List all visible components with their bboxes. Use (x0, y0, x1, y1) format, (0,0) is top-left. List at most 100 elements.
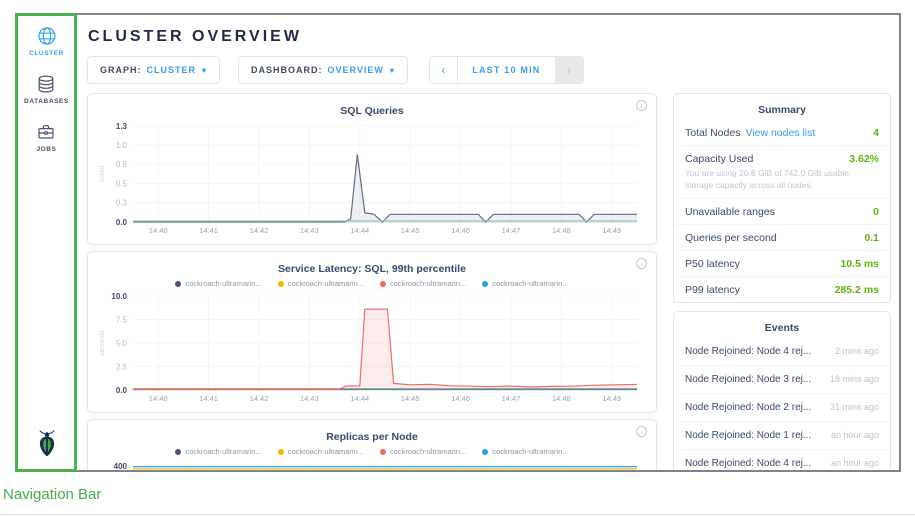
view-nodes-list-link[interactable]: View nodes list (745, 127, 815, 139)
summary-value: 10.5 ms (840, 258, 879, 270)
svg-text:14:49: 14:49 (602, 394, 621, 403)
event-row[interactable]: Node Rejoined: Node 3 rej...18 mins ago (674, 365, 890, 393)
legend-label: cockroach-ultramarin... (390, 447, 466, 456)
dashboard-dropdown-value: OVERVIEW (328, 65, 384, 75)
legend-dot-icon (482, 449, 488, 455)
summary-label: Total Nodes (685, 127, 740, 139)
svg-text:1.0: 1.0 (116, 141, 128, 150)
summary-title: Summary (674, 94, 890, 120)
time-range-selector: ‹ LAST 10 MIN › (429, 56, 584, 84)
svg-text:seconds: seconds (99, 329, 106, 356)
svg-text:1.3: 1.3 (116, 122, 128, 131)
sidebar-item-label: DATABASES (24, 98, 69, 105)
summary-label: Queries per second (685, 232, 777, 244)
event-timestamp: 2 mins ago (827, 346, 879, 356)
time-prev-button[interactable]: ‹ (430, 57, 458, 83)
event-row[interactable]: Node Rejoined: Node 1 rej...an hour ago (674, 421, 890, 449)
graph-dropdown-value: CLUSTER (147, 65, 197, 75)
summary-subtext: You are using 26.8 GiB of 742.0 GiB usab… (685, 165, 879, 192)
legend-dot-icon (482, 281, 488, 287)
event-timestamp: an hour ago (823, 430, 879, 440)
chart-card-sql-queries: SQL Queries i 0.00.30.50.81.01.314:4014:… (87, 93, 657, 245)
legend-dot-icon (278, 449, 284, 455)
svg-text:14:43: 14:43 (300, 226, 319, 235)
svg-text:14:47: 14:47 (502, 226, 521, 235)
info-icon[interactable]: i (636, 426, 647, 437)
svg-text:0.0: 0.0 (116, 218, 128, 227)
svg-text:2.5: 2.5 (116, 362, 128, 371)
legend-label: cockroach-ultramarin... (492, 279, 568, 288)
svg-text:0.3: 0.3 (116, 199, 128, 208)
globe-icon (37, 26, 57, 46)
page-title: CLUSTER OVERVIEW (88, 28, 892, 46)
event-text: Node Rejoined: Node 4 rej... (685, 346, 811, 357)
right-column: Summary Total Nodes View nodes list 4 Capac… (673, 93, 891, 470)
svg-text:14:41: 14:41 (199, 394, 218, 403)
legend-item[interactable]: cockroach-ultramarin... (278, 447, 364, 456)
legend-dot-icon (380, 281, 386, 287)
navigation-bar: CLUSTER DATABASES JOBS (17, 15, 77, 470)
legend-dot-icon (175, 449, 181, 455)
legend-item[interactable]: cockroach-ultramarin... (175, 447, 261, 456)
sql-queries-chart: 0.00.30.50.81.01.314:4014:4114:4214:4314… (95, 120, 647, 238)
svg-text:14:45: 14:45 (401, 394, 420, 403)
caret-down-icon: ▾ (202, 66, 207, 75)
charts-column: SQL Queries i 0.00.30.50.81.01.314:4014:… (87, 93, 657, 470)
sidebar-item-cluster[interactable]: CLUSTER (29, 26, 64, 57)
svg-text:14:45: 14:45 (401, 226, 420, 235)
svg-text:14:40: 14:40 (149, 226, 168, 235)
svg-text:14:41: 14:41 (199, 226, 218, 235)
legend-label: cockroach-ultramarin... (390, 279, 466, 288)
summary-label: Unavailable ranges (685, 206, 775, 218)
summary-row: P50 latency 10.5 ms (674, 250, 890, 276)
event-row[interactable]: Node Rejoined: Node 4 rej... 2 mins ago (674, 338, 890, 365)
time-range-label[interactable]: LAST 10 MIN (458, 57, 555, 83)
svg-text:count: count (99, 165, 106, 182)
svg-text:5.0: 5.0 (116, 339, 128, 348)
sidebar-item-label: JOBS (36, 146, 56, 153)
chart-legend: cockroach-ultramarin... cockroach-ultrama… (95, 278, 649, 290)
time-next-button[interactable]: › (555, 57, 583, 83)
event-text: Node Rejoined: Node 3 rej... (685, 374, 811, 385)
legend-label: cockroach-ultramarin... (288, 447, 364, 456)
chart-card-service-latency: Service Latency: SQL, 99th percentile i … (87, 251, 657, 413)
replicas-per-node-chart: 40014:4014:4114:4214:4314:4414:4514:4614… (95, 458, 647, 470)
summary-row: P99 latency285.2 ms (674, 276, 890, 302)
legend-item[interactable]: cockroach-ultramarin... (482, 279, 568, 288)
svg-text:0.8: 0.8 (116, 160, 128, 169)
svg-text:14:44: 14:44 (350, 226, 369, 235)
legend-item[interactable]: cockroach-ultramarin... (380, 447, 466, 456)
summary-label: Capacity Used (685, 153, 753, 165)
service-latency-chart: 0.02.55.07.510.014:4014:4114:4214:4314:4… (95, 290, 647, 406)
summary-row: Unavailable ranges0 (674, 198, 890, 224)
legend-label: cockroach-ultramarin... (492, 447, 568, 456)
svg-text:14:48: 14:48 (552, 394, 571, 403)
info-icon[interactable]: i (636, 100, 647, 111)
svg-text:14:49: 14:49 (602, 226, 621, 235)
cockroach-icon (35, 430, 59, 457)
info-icon[interactable]: i (636, 258, 647, 269)
legend-dot-icon (380, 449, 386, 455)
legend-item[interactable]: cockroach-ultramarin... (175, 279, 261, 288)
summary-row: Total Nodes View nodes list 4 (674, 120, 890, 145)
chart-title: Replicas per Node (326, 431, 418, 443)
summary-label: P50 latency (685, 258, 740, 270)
events-title: Events (674, 312, 890, 338)
legend-item[interactable]: cockroach-ultramarin... (380, 279, 466, 288)
event-row[interactable]: Node Rejoined: Node 4 rej...an hour ago (674, 449, 890, 470)
sidebar-item-jobs[interactable]: JOBS (36, 122, 56, 153)
sidebar-item-databases[interactable]: DATABASES (24, 74, 69, 105)
svg-text:14:48: 14:48 (552, 226, 571, 235)
summary-value: 4 (873, 127, 879, 139)
legend-item[interactable]: cockroach-ultramarin... (482, 447, 568, 456)
briefcase-icon (36, 122, 56, 142)
legend-dot-icon (278, 281, 284, 287)
legend-item[interactable]: cockroach-ultramarin... (278, 279, 364, 288)
cockroachdb-logo[interactable] (35, 430, 59, 462)
svg-text:14:46: 14:46 (451, 226, 470, 235)
event-text: Node Rejoined: Node 2 rej... (685, 402, 811, 413)
graph-dropdown[interactable]: GRAPH: CLUSTER ▾ (87, 56, 220, 84)
dashboard-dropdown[interactable]: DASHBOARD: OVERVIEW ▾ (238, 56, 408, 84)
event-row[interactable]: Node Rejoined: Node 2 rej...31 mins ago (674, 393, 890, 421)
svg-text:14:42: 14:42 (250, 226, 269, 235)
